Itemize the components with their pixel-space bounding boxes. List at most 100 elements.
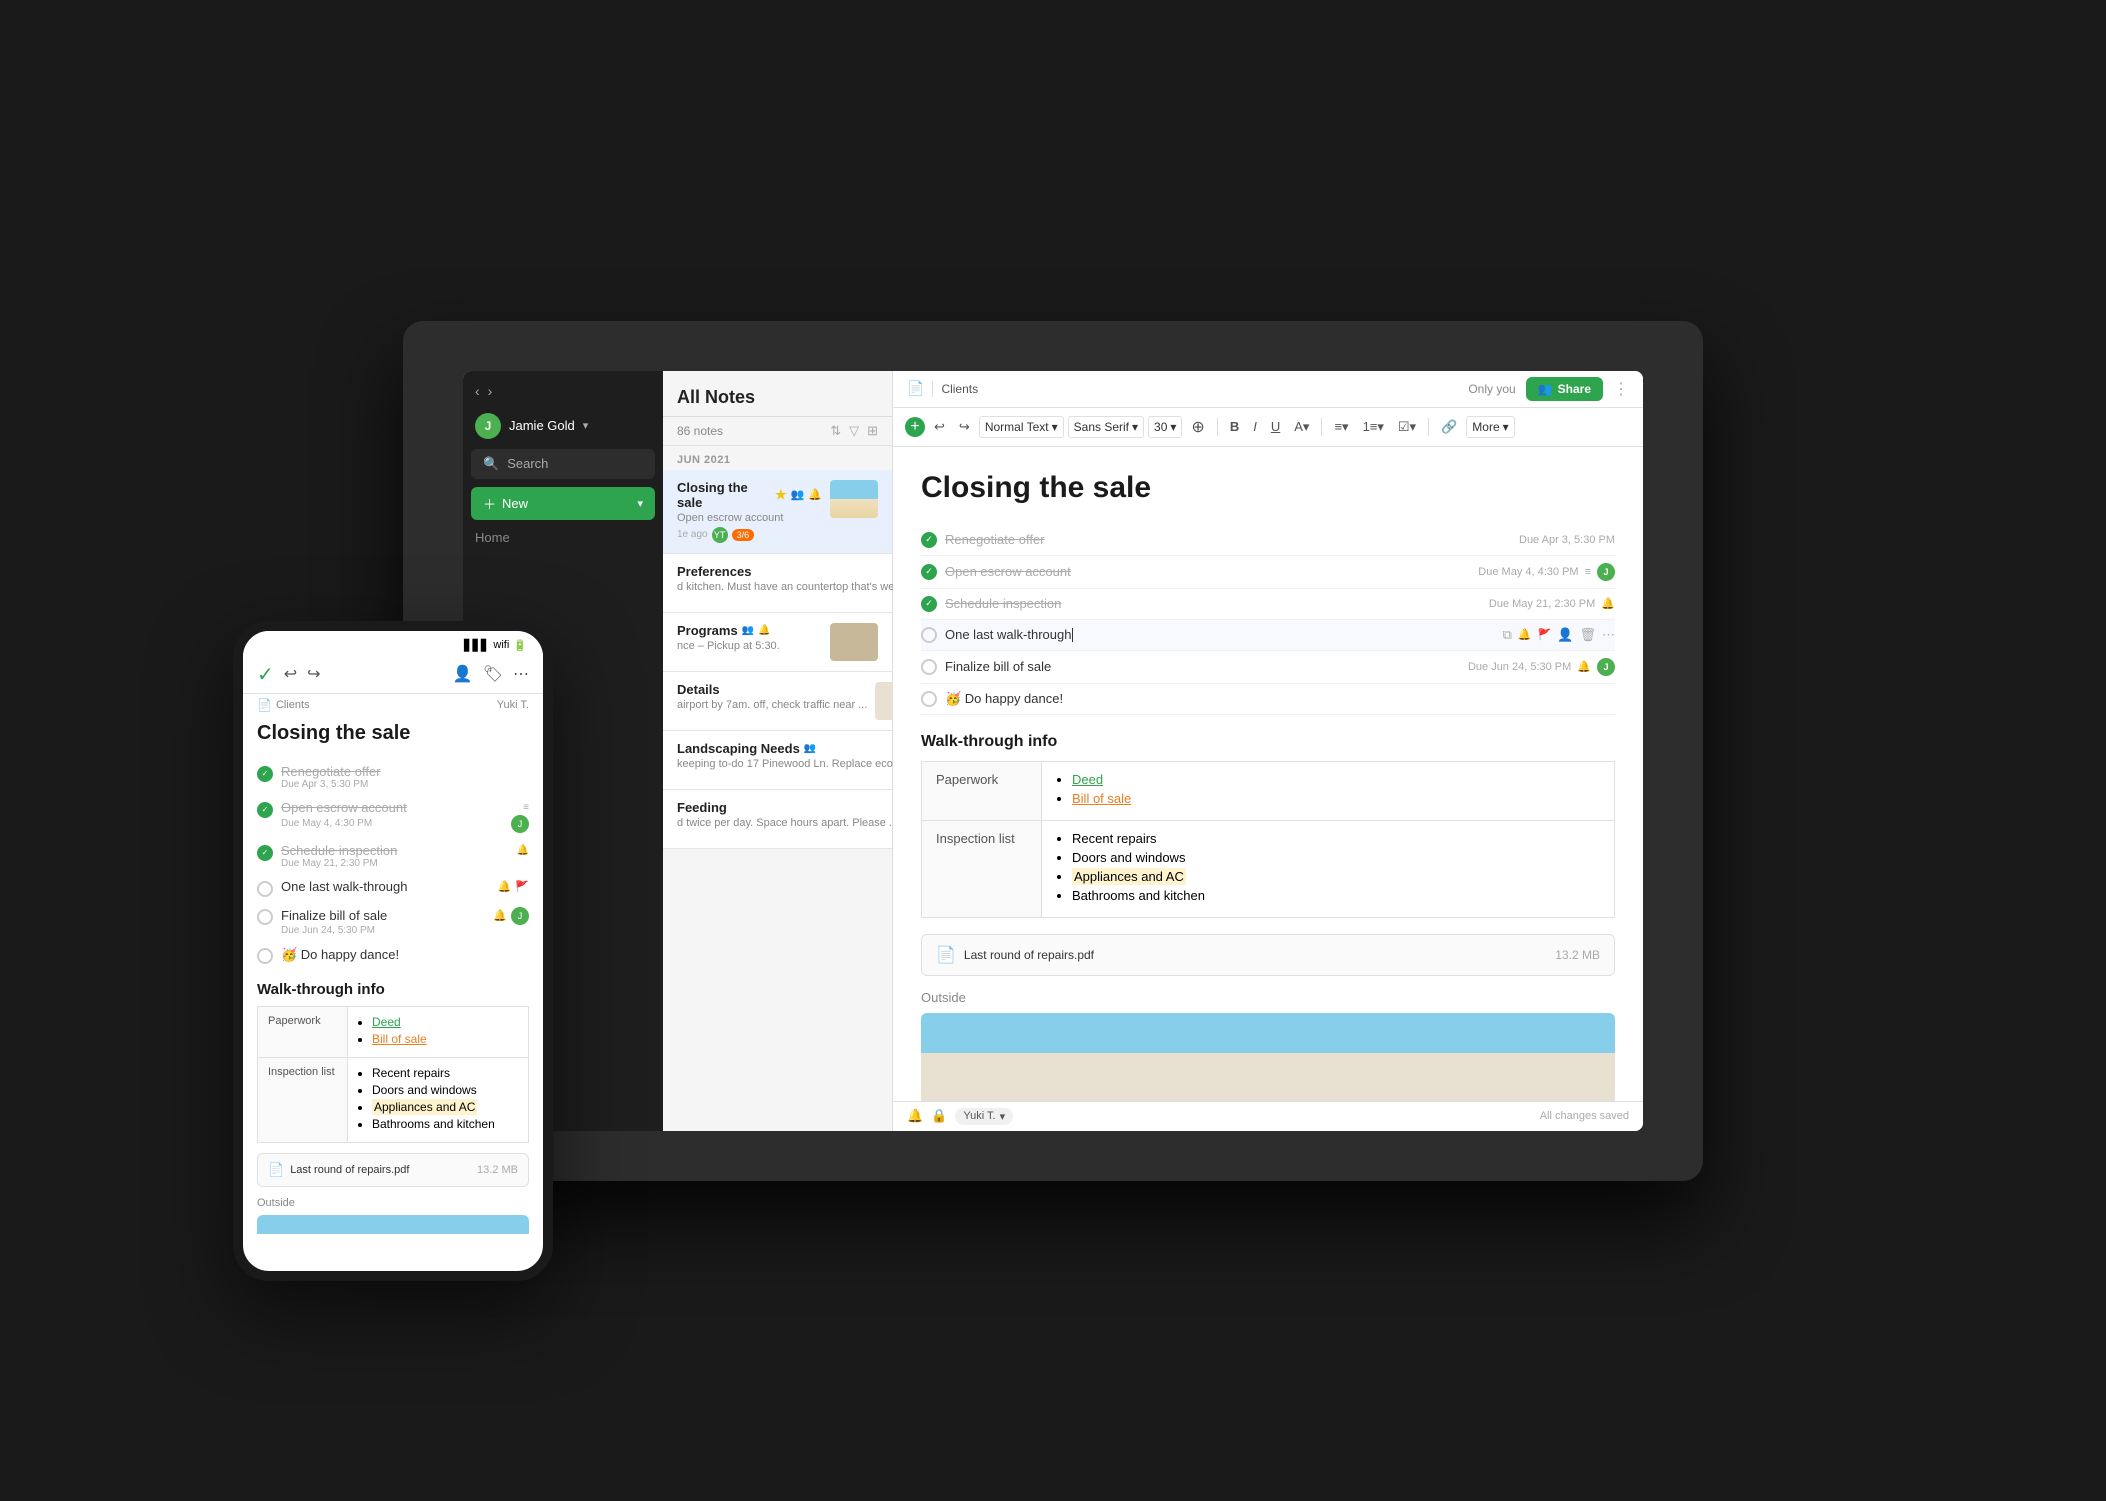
info-table: Paperwork Deed Bill of sale Inspection l… — [921, 761, 1615, 918]
undo-button[interactable]: ↩ — [929, 416, 950, 438]
note-item-closing-sale[interactable]: Closing the sale ★ 👥 🔔 Open escrow accou… — [663, 470, 892, 554]
table-row-inspection: Inspection list Recent repairs Doors and… — [258, 1057, 529, 1142]
task-right: Due May 21, 2:30 PM 🔔 — [1489, 597, 1615, 610]
note-item-row: Closing the sale ★ 👥 🔔 Open escrow accou… — [677, 480, 878, 543]
star-icon: ★ — [775, 487, 787, 503]
flag-icon[interactable]: 🚩 — [1538, 628, 1552, 641]
phone-attachment[interactable]: 📄 Last round of repairs.pdf 13.2 MB — [257, 1153, 529, 1187]
task-checkbox-open[interactable] — [921, 627, 937, 643]
bullet-list-button[interactable]: ≡▾ — [1329, 416, 1353, 438]
toolbar-right: 👤 🏷 ⋯ — [453, 664, 529, 684]
person-icon[interactable]: 👤 — [453, 664, 473, 684]
font-size-dropdown[interactable]: 30 ▾ — [1148, 416, 1182, 438]
search-button[interactable]: 🔍 Search — [471, 449, 655, 479]
flag-icon[interactable]: 🚩 — [515, 880, 529, 893]
deed-link[interactable]: Deed — [372, 1015, 401, 1029]
more-icon[interactable]: ⋯ — [1602, 627, 1615, 643]
attachment-bar[interactable]: 📄 Last round of repairs.pdf 13.2 MB — [921, 934, 1615, 976]
note-item-feeding[interactable]: Feeding d twice per day. Space hours apa… — [663, 790, 892, 849]
note-item-landscaping[interactable]: Landscaping Needs 👥 keeping to-do 17 Pin… — [663, 731, 892, 790]
visibility-label: Only you — [1468, 382, 1515, 396]
lock-icon[interactable]: 🔒 — [931, 1108, 947, 1124]
more-icon[interactable]: ⋮ — [1613, 379, 1629, 399]
nav-back-icon[interactable]: ‹ — [475, 383, 480, 399]
bold-button[interactable]: B — [1225, 416, 1244, 437]
user-tag[interactable]: Yuki T. ▾ — [955, 1108, 1013, 1125]
sidebar-item-home[interactable]: Home — [463, 524, 663, 551]
task-checkbox[interactable] — [257, 881, 273, 897]
share-button[interactable]: 👥 Share — [1526, 377, 1603, 401]
bell-icon[interactable]: 🔔 — [1518, 628, 1532, 641]
task-bill-of-sale: Finalize bill of sale Due Jun 24, 5:30 P… — [921, 651, 1615, 684]
task-right: Due May 4, 4:30 PM ≡ J — [1478, 563, 1615, 581]
check-icon[interactable]: ✓ — [257, 662, 274, 687]
italic-button[interactable]: I — [1248, 416, 1262, 437]
table-row-paperwork: Paperwork Deed Bill of sale — [258, 1006, 529, 1057]
note-item-programs[interactable]: Programs 👥 🔔 nce – Pickup at 5:30. — [663, 613, 892, 672]
undo-icon[interactable]: ↩ — [284, 664, 297, 684]
copy-icon[interactable]: ⧉ — [1503, 627, 1512, 643]
grid-icon[interactable]: ⊞ — [867, 423, 878, 439]
new-button[interactable]: ＋ New ▾ — [471, 487, 655, 520]
numbered-list-button[interactable]: 1≡▾ — [1358, 416, 1389, 438]
bell-icon[interactable]: 🔔 — [498, 880, 512, 893]
task-checkbox[interactable] — [257, 802, 273, 818]
underline-button[interactable]: U — [1266, 416, 1285, 437]
task-checkbox[interactable] — [257, 948, 273, 964]
phone-task-walkthrough: One last walk-through 🔔 🚩 — [257, 874, 529, 902]
user-profile[interactable]: J Jamie Gold ▾ — [463, 407, 663, 445]
font-dropdown[interactable]: Sans Serif ▾ — [1068, 416, 1144, 438]
filter-icon[interactable]: ⇅ — [830, 423, 841, 439]
table-cell-label: Paperwork — [922, 761, 1042, 820]
person-icon[interactable]: 👤 — [1557, 627, 1573, 643]
more-icon[interactable]: ⋯ — [513, 664, 529, 684]
more-dropdown[interactable]: More ▾ — [1466, 416, 1514, 438]
link-button[interactable]: 🔗 — [1436, 416, 1462, 438]
redo-button[interactable]: ↪ — [954, 416, 975, 438]
bell-icon[interactable]: 🔔 — [907, 1108, 923, 1124]
redo-icon[interactable]: ↪ — [307, 664, 320, 684]
funnel-icon[interactable]: ▽ — [849, 423, 859, 439]
note-preview: airport by 7am. off, check traffic near … — [677, 699, 867, 711]
task-checkbox-done[interactable] — [921, 532, 937, 548]
task-renegotiate: Renegotiate offer Due Apr 3, 5:30 PM — [921, 525, 1615, 556]
editor-toolbar: + ↩ ↪ Normal Text ▾ Sans Serif ▾ 30 — [893, 408, 1643, 447]
task-content: Open escrow account ≡ Due May 4, 4:30 PM… — [281, 800, 529, 833]
task-content: 🥳 Do happy dance! — [281, 946, 529, 964]
task-checkbox[interactable] — [257, 845, 273, 861]
task-checkbox[interactable] — [257, 766, 273, 782]
bill-of-sale-link[interactable]: Bill of sale — [372, 1032, 427, 1046]
task-due: Due Apr 3, 5:30 PM — [281, 779, 529, 790]
search-icon: 🔍 — [483, 456, 499, 472]
task-due: Due May 4, 4:30 PM — [1478, 566, 1578, 578]
note-item-details[interactable]: Details airport by 7am. off, check traff… — [663, 672, 892, 731]
trash-icon[interactable]: 🗑 — [1579, 627, 1596, 643]
bill-of-sale-link[interactable]: Bill of sale — [1072, 791, 1131, 806]
text-color-button[interactable]: A▾ — [1289, 416, 1314, 438]
note-item-preferences[interactable]: Preferences d kitchen. Must have an coun… — [663, 554, 892, 613]
tag-icon[interactable]: 🏷 — [483, 664, 503, 684]
text-style-dropdown[interactable]: Normal Text ▾ — [979, 416, 1064, 438]
save-status: All changes saved — [1540, 1110, 1629, 1122]
checklist-button[interactable]: ☑▾ — [1393, 416, 1421, 438]
task-due: Due Jun 24, 5:30 PM — [1468, 661, 1571, 673]
alert-icon: 🔔 — [758, 625, 770, 636]
phone-task-inspection: Schedule inspection 🔔 Due May 21, 2:30 P… — [257, 838, 529, 874]
add-circle-button[interactable]: ⊕ — [1186, 414, 1209, 440]
table-row-paperwork: Paperwork Deed Bill of sale — [922, 761, 1615, 820]
task-checkbox-open[interactable] — [921, 659, 937, 675]
deed-link[interactable]: Deed — [1072, 772, 1103, 787]
nav-forward-icon[interactable]: › — [488, 383, 493, 399]
add-button[interactable]: + — [905, 417, 925, 437]
note-preview: d twice per day. Space hours apart. Plea… — [677, 817, 898, 829]
new-dropdown-icon[interactable]: ▾ — [637, 497, 643, 510]
task-checkbox-done[interactable] — [921, 564, 937, 580]
task-icons: 🔔 🚩 — [498, 880, 529, 893]
task-checkbox-open[interactable] — [921, 691, 937, 707]
user-dropdown-icon[interactable]: ▾ — [583, 419, 589, 432]
phone-task-escrow: Open escrow account ≡ Due May 4, 4:30 PM… — [257, 795, 529, 838]
wifi-icon: wifi — [493, 639, 509, 651]
task-checkbox-done[interactable] — [921, 596, 937, 612]
task-checkbox[interactable] — [257, 909, 273, 925]
table-cell-label: Inspection list — [922, 820, 1042, 917]
